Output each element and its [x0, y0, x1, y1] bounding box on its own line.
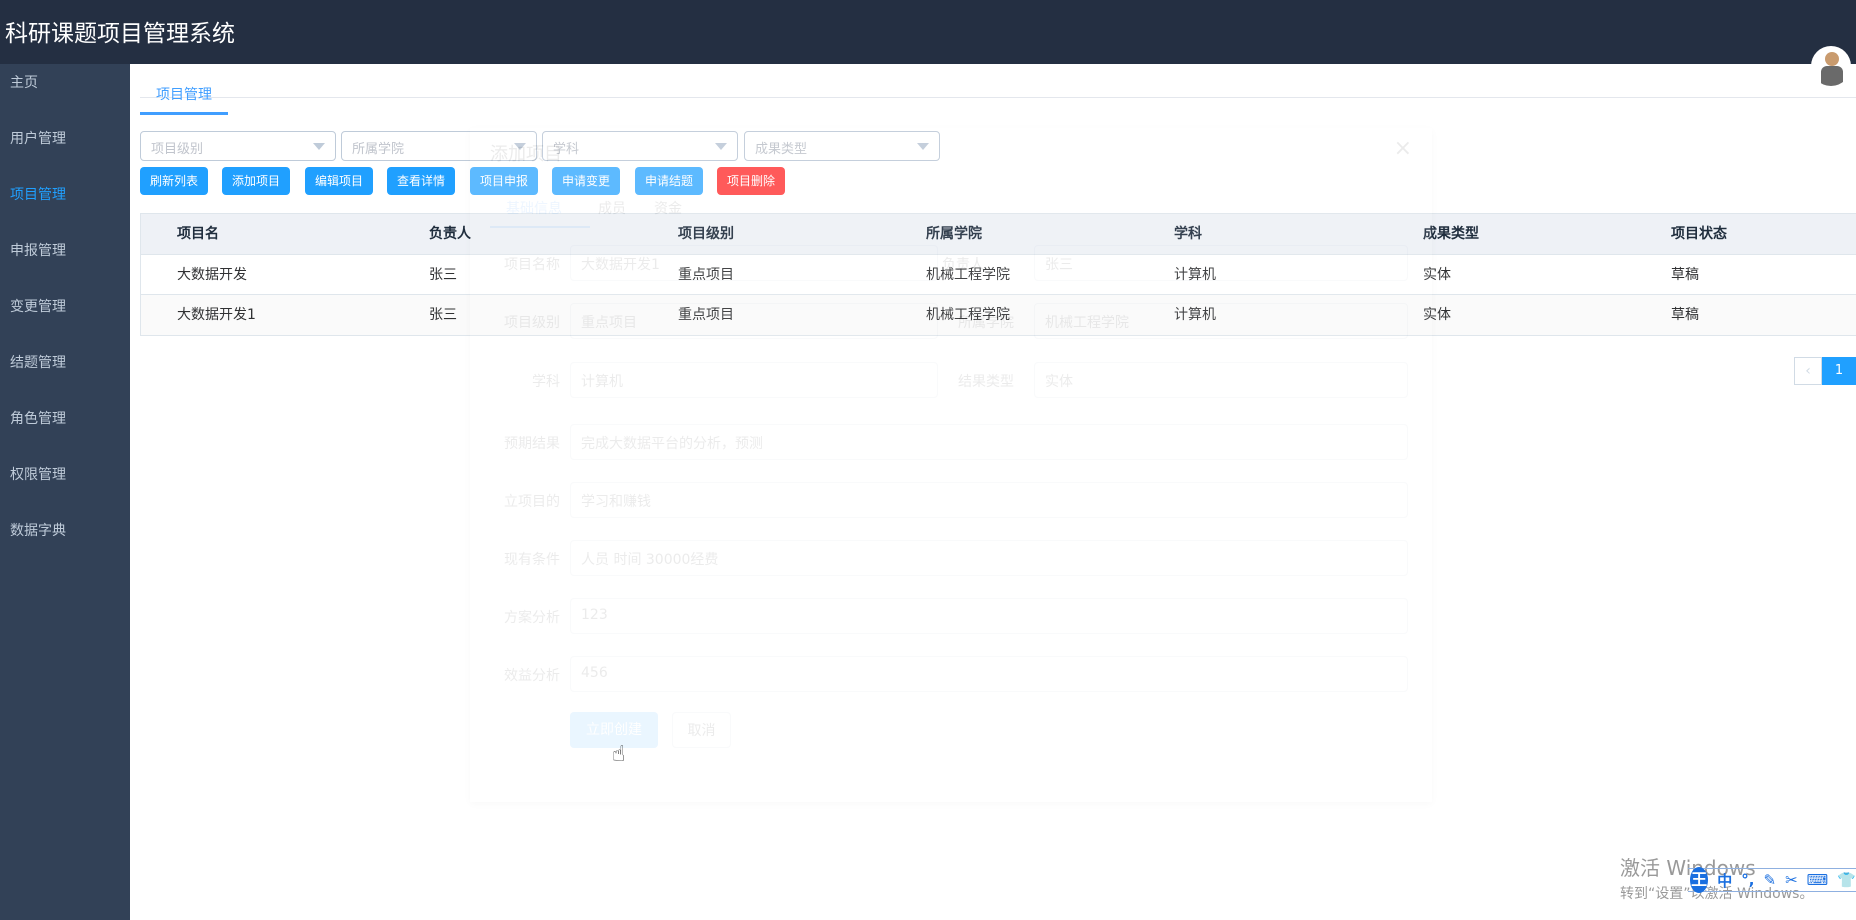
col-name[interactable]: 项目名 [177, 214, 219, 255]
sidebar-item-conclusion[interactable]: 结题管理 [10, 352, 66, 372]
app-title: 科研课题项目管理系统 [5, 21, 235, 47]
dialog-tab-funds[interactable]: 资金 [654, 198, 682, 218]
tab-active-indicator [140, 112, 228, 115]
benefit-textarea[interactable]: 456 [570, 656, 1408, 692]
sidebar-item-roles[interactable]: 角色管理 [10, 408, 66, 428]
skin-shirt-icon[interactable]: 👕 [1837, 871, 1856, 889]
college-label: 所属学院 [958, 315, 1014, 331]
col-status[interactable]: 项目状态 [1671, 214, 1727, 255]
add-project-button[interactable]: 添加项目 [222, 167, 290, 195]
punctuation-icon[interactable]: °, [1741, 871, 1754, 889]
project-name-input[interactable]: 大数据开发1 [570, 245, 938, 281]
keyboard-icon[interactable]: ⌨ [1807, 871, 1829, 889]
app-header: 科研课题项目管理系统 [0, 0, 1856, 86]
purpose-label: 立项目的 [504, 494, 560, 510]
sidebar-item-dictionary[interactable]: 数据字典 [10, 520, 66, 540]
subject-select[interactable]: 计算机 [570, 362, 938, 398]
expected-label: 预期结果 [504, 436, 560, 452]
leader-input[interactable]: 张三 [1034, 245, 1408, 281]
view-details-button[interactable]: 查看详情 [387, 167, 455, 195]
name-label: 项目名称 [504, 257, 560, 273]
level-select[interactable]: 重点项目 [570, 303, 938, 339]
benefit-label: 效益分析 [504, 668, 560, 684]
ime-mode-toggle[interactable]: 中 [1717, 870, 1732, 891]
plan-textarea[interactable]: 123 [570, 598, 1408, 634]
leader-label: 负责人 [942, 257, 984, 273]
conditions-label: 现有条件 [504, 552, 560, 568]
dialog-title: 添加项目 [490, 144, 562, 165]
col-leader[interactable]: 负责人 [429, 214, 471, 255]
tab-project-management[interactable]: 项目管理 [140, 84, 228, 104]
sidebar-item-change[interactable]: 变更管理 [10, 296, 66, 316]
pagination-prev-button[interactable]: ‹ [1794, 357, 1822, 385]
cell-name: 大数据开发 [177, 267, 247, 283]
sidebar-item-users[interactable]: 用户管理 [10, 128, 66, 148]
result-type-label: 结果类型 [958, 374, 1014, 390]
cell-status: 草稿 [1671, 307, 1699, 323]
hand-cursor-icon: ☝ [612, 742, 626, 767]
chevron-down-icon [313, 143, 325, 150]
filter-college-placeholder: 所属学院 [352, 142, 405, 157]
sidebar-item-home[interactable]: 主页 [10, 72, 38, 92]
plan-label: 方案分析 [504, 610, 560, 626]
cell-status: 草稿 [1671, 267, 1699, 283]
dialog-tab-basic[interactable]: 基础信息 [506, 198, 562, 218]
cancel-button[interactable]: 取消 [672, 712, 731, 748]
dialog-tab-members[interactable]: 成员 [598, 198, 626, 218]
result-type-select[interactable]: 实体 [1034, 362, 1408, 398]
subject-label: 学科 [532, 374, 560, 390]
college-select[interactable]: 机械工程学院 [1034, 303, 1408, 339]
edit-project-button[interactable]: 编辑项目 [305, 167, 373, 195]
sidebar-item-permissions[interactable]: 权限管理 [10, 464, 66, 484]
pagination-page-1[interactable]: 1 [1822, 357, 1856, 385]
cell-leader: 张三 [429, 307, 457, 323]
cell-leader: 张三 [429, 267, 457, 283]
cell-name: 大数据开发1 [177, 307, 256, 323]
refresh-list-button[interactable]: 刷新列表 [140, 167, 208, 195]
sidebar-item-projects[interactable]: 项目管理 [10, 184, 66, 204]
sidebar: 主页 用户管理 项目管理 申报管理 变更管理 结题管理 角色管理 权限管理 数据… [0, 64, 130, 920]
expected-textarea[interactable]: 完成大数据平台的分析，预测 [570, 424, 1408, 460]
purpose-textarea[interactable]: 学习和赚钱 [570, 482, 1408, 518]
pen-icon[interactable]: ✎ [1764, 871, 1777, 889]
filter-level-placeholder: 项目级别 [151, 142, 204, 157]
filter-level-select[interactable]: 项目级别 [140, 131, 336, 161]
avatar[interactable] [1811, 46, 1851, 86]
conditions-textarea[interactable]: 人员 时间 30000经费 [570, 540, 1408, 576]
dialog-tab-indicator [490, 226, 590, 228]
ime-toolbar: 王 中 °, ✎ ✂ ⌨ 👕 [1688, 867, 1856, 893]
level-label: 项目级别 [504, 315, 560, 331]
close-icon[interactable]: × [1394, 136, 1412, 161]
ime-logo-icon[interactable]: 王 [1690, 867, 1709, 893]
sidebar-item-declare[interactable]: 申报管理 [10, 240, 66, 260]
add-project-dialog: 添加项目 × 基础信息 成员 资金 项目名称 大数据开发1 负责人 张三 项目级… [470, 128, 1432, 802]
scissors-icon[interactable]: ✂ [1785, 871, 1798, 889]
tab-bar [140, 97, 1856, 98]
